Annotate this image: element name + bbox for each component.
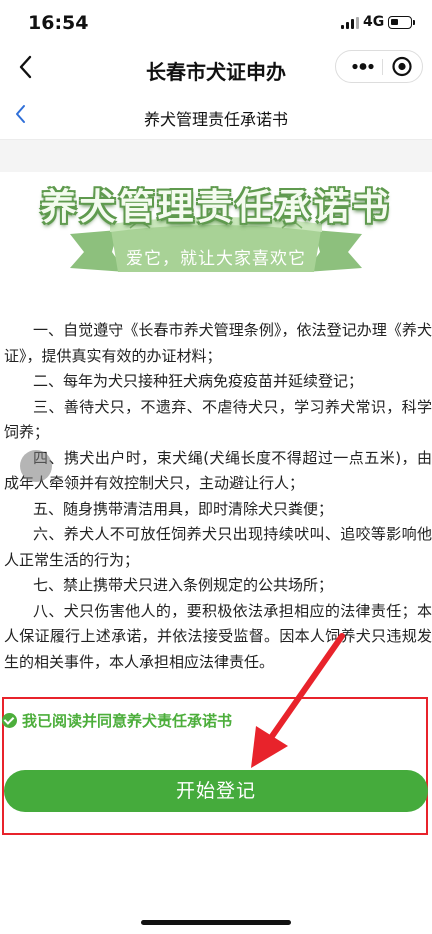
capsule-divider [382,59,383,75]
status-time: 16:54 [28,12,89,34]
mini-program-capsule [335,50,423,83]
header-spacer [0,140,432,172]
term-item: 二、每年为犬只接种狂犬病免疫疫苗并延续登记； [33,372,364,390]
more-dots-icon[interactable] [344,51,382,82]
page-header: 养犬管理责任承诺书 [0,90,432,140]
term-item: 一、自觉遵守《长春市养犬管理条例》，依法登记办理《养犬证》，提供真实有效的办证材… [4,321,432,365]
banner-title: 养犬管理责任承诺书 [40,187,392,228]
term-item: 四、携犬出户时，束犬绳(犬绳长度不得超过一点五米)，由成年人牵领并有效控制犬只，… [4,448,432,493]
target-circle-icon[interactable] [384,51,422,82]
start-registration-button[interactable]: 开始登记 [4,770,428,812]
network-type: 4G [363,14,385,30]
agreement-label[interactable]: 我已阅读并同意养犬责任承诺书 [22,710,232,731]
app-title-bar: 长春市犬证申办 [0,46,432,90]
term-item: 八、犬只伤害他人的，要积极依法承担相应的法律责任；本人保证履行上述承诺，并依法接… [4,601,432,671]
term-item: 五、随身携带清洁用具，即时清除犬只粪便； [33,499,334,518]
battery-icon [388,16,415,29]
agreement-checkbox[interactable]: 我已阅读并同意养犬责任承诺书 [2,710,232,730]
banner-slogan: 爱它，就让大家喜欢它 [126,249,306,269]
term-item: 三、善待犬只，不遗弃、不虐待犬只，学习养犬常识，科学饲养； [4,397,432,442]
status-bar: 16:54 4G [0,0,432,46]
commitment-terms: 一、自觉遵守《长春市养犬管理条例》，依法登记办理《养犬证》，提供真实有效的办证材… [4,318,432,675]
signal-icon [341,17,359,29]
term-item: 七、禁止携带犬只进入条例规定的公共场所； [33,576,334,594]
check-circle-icon[interactable] [2,712,17,728]
term-item: 六、养犬人不可放任饲养犬只出现持续吠叫、追咬等影响他人正常生活的行为； [4,525,432,569]
touch-indicator [20,450,52,482]
banner: 养犬管理责任承诺书 爱它，就让大家喜欢它 [0,172,432,297]
home-indicator [141,920,291,925]
page-title: 养犬管理责任承诺书 [143,110,288,129]
